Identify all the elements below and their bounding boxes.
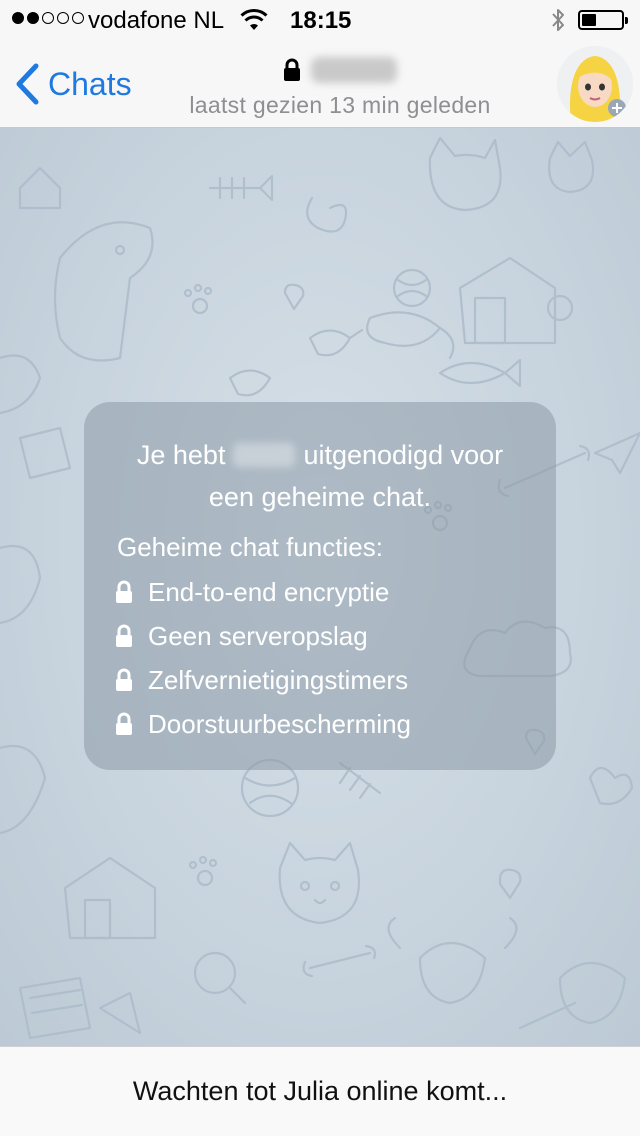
last-seen-status: laatst gezien 13 min geleden	[189, 92, 491, 118]
avatar[interactable]	[557, 46, 633, 122]
lock-icon	[116, 668, 132, 691]
secret-chat-info-card: Je hebt uitgenodigd voor een geheime chat…	[84, 402, 556, 770]
signal-strength-icon	[12, 12, 84, 24]
back-button[interactable]: Chats	[14, 60, 132, 108]
invitation-text-start: Je hebt	[136, 440, 226, 470]
bottom-status-bar: Wachten tot Julia online komt...	[0, 1046, 640, 1136]
features-heading: Geheime chat functies:	[117, 532, 383, 562]
chat-background: Je hebt uitgenodigd voor een geheime chat…	[0, 128, 640, 1046]
battery-icon	[578, 10, 628, 30]
feature-item: Zelfvernietigingstimers	[114, 662, 408, 698]
feature-item: End-to-end encryptie	[114, 574, 389, 610]
chat-title[interactable]: laatst gezien 13 min geleden	[160, 52, 520, 119]
lock-icon	[116, 624, 132, 647]
bluetooth-icon	[552, 9, 564, 31]
navigation-bar: Chats laatst gezien 13 min geleden	[0, 40, 640, 128]
invitation-text-line2: een geheime chat.	[208, 482, 432, 512]
wifi-icon	[240, 8, 268, 30]
status-bar: vodafone NL 18:15	[0, 0, 640, 40]
feature-label: Geen serveropslag	[148, 620, 368, 651]
invitation-text: Je hebt uitgenodigd voor	[84, 440, 556, 471]
lock-icon	[284, 58, 300, 81]
lock-icon	[116, 712, 132, 735]
invitation-text-end: uitgenodigd voor	[303, 440, 504, 470]
feature-label: End-to-end encryptie	[148, 576, 390, 607]
chevron-left-icon	[16, 63, 39, 105]
feature-item: Doorstuurbescherming	[114, 706, 411, 742]
waiting-status-text: Wachten tot Julia online komt...	[132, 1076, 508, 1106]
invitee-name-redacted	[233, 443, 296, 467]
back-button-label: Chats	[48, 65, 132, 102]
carrier-name: vodafone NL	[88, 7, 225, 34]
clock: 18:15	[290, 7, 352, 34]
lock-icon	[116, 580, 132, 603]
contact-name-redacted	[311, 57, 397, 83]
feature-label: Zelfvernietigingstimers	[148, 664, 409, 695]
feature-label: Doorstuurbescherming	[148, 708, 412, 739]
feature-item: Geen serveropslag	[114, 618, 368, 654]
